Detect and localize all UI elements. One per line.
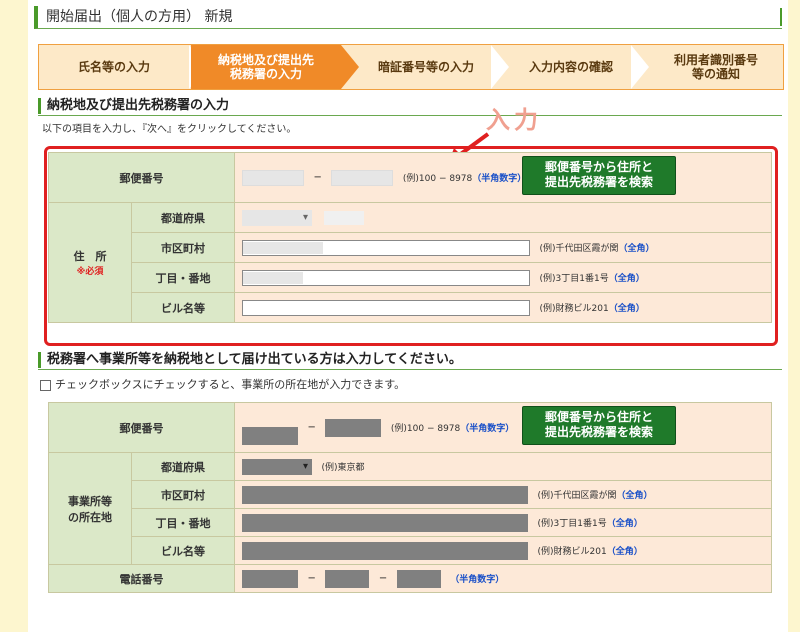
business-prefecture-select[interactable]: ▾ [242,458,312,475]
prefecture-select[interactable]: ▾ [242,209,312,226]
street-input[interactable] [242,269,530,286]
phone-label: 電話番号 [48,564,235,593]
step-pin-input: 暗証番号等の入力 [377,60,474,74]
city-label: 市区町村 [131,232,235,263]
progress-steps: 氏名等の入力 納税地及び提出先 税務署の入力 暗証番号等の入力 入力内容の確認 … [38,44,784,90]
step-user-id-notice: 利用者識別番号 等の通知 [673,53,758,81]
section2-heading: 税務署へ事業所等を納税地として届け出ている方は入力してください。 [38,352,462,368]
search-address-button[interactable]: 郵便番号から住所と 提出先税務署を検索 [522,156,676,195]
page-title-bar: 開始届出（個人の方用） 新規 [34,6,782,29]
business-street-input[interactable] [242,513,528,532]
address-label: 住 所 ※必須 [48,202,132,323]
postal-code-label: 郵便番号 [48,152,235,203]
step-name-input: 氏名等の入力 [77,60,150,74]
business-postal-part1-input[interactable] [242,426,298,445]
postal-code-cell: − (例)100 − 8978（半角数字） [234,152,772,203]
annotation-input-label: 入力 [486,106,542,134]
section1-instruction: 以下の項目を入力し、『次へ』をクリックしてください。 [42,124,297,135]
page: 開始届出（個人の方用） 新規 氏名等の入力 納税地及び提出先 税務署の入力 暗証… [28,0,788,632]
business-city-input[interactable] [242,485,528,504]
chevron-down-icon: ▾ [302,211,308,223]
street-label: 丁目・番地 [131,262,235,293]
business-building-input[interactable] [242,541,528,560]
step-tax-office-input: 納税地及び提出先 税務署の入力 [191,45,341,89]
chevron-down-icon: ▾ [302,460,308,472]
business-address-checkbox[interactable] [40,379,51,391]
business-prefecture-label: 都道府県 [131,452,235,481]
business-postal-code-label: 郵便番号 [48,402,235,453]
phone-part1-input[interactable] [242,569,298,588]
phone-part2-input[interactable] [325,569,370,588]
business-search-address-button[interactable]: 郵便番号から住所と 提出先税務署を検索 [522,406,676,445]
business-building-label: ビル名等 [131,536,235,565]
business-address-checkbox-row: チェックボックスにチェックすると、事業所の所在地が入力できます。 [40,376,405,392]
building-input[interactable] [242,299,530,316]
prefecture-label: 都道府県 [131,202,235,233]
postal-code-part2-input[interactable] [331,169,394,186]
building-label: ビル名等 [131,292,235,323]
phone-part3-input[interactable] [396,569,441,588]
postal-code-part1-input[interactable] [242,169,304,186]
business-street-label: 丁目・番地 [131,508,235,537]
step-confirm: 入力内容の確認 [528,60,613,74]
business-address-label: 事業所等 の所在地 [48,452,132,565]
city-input[interactable] [242,239,530,256]
section1-heading: 納税地及び提出先税務署の入力 [38,98,229,114]
business-city-label: 市区町村 [131,480,235,509]
page-title: 開始届出（個人の方用） 新規 [46,9,233,25]
business-postal-part2-input[interactable] [325,418,382,437]
